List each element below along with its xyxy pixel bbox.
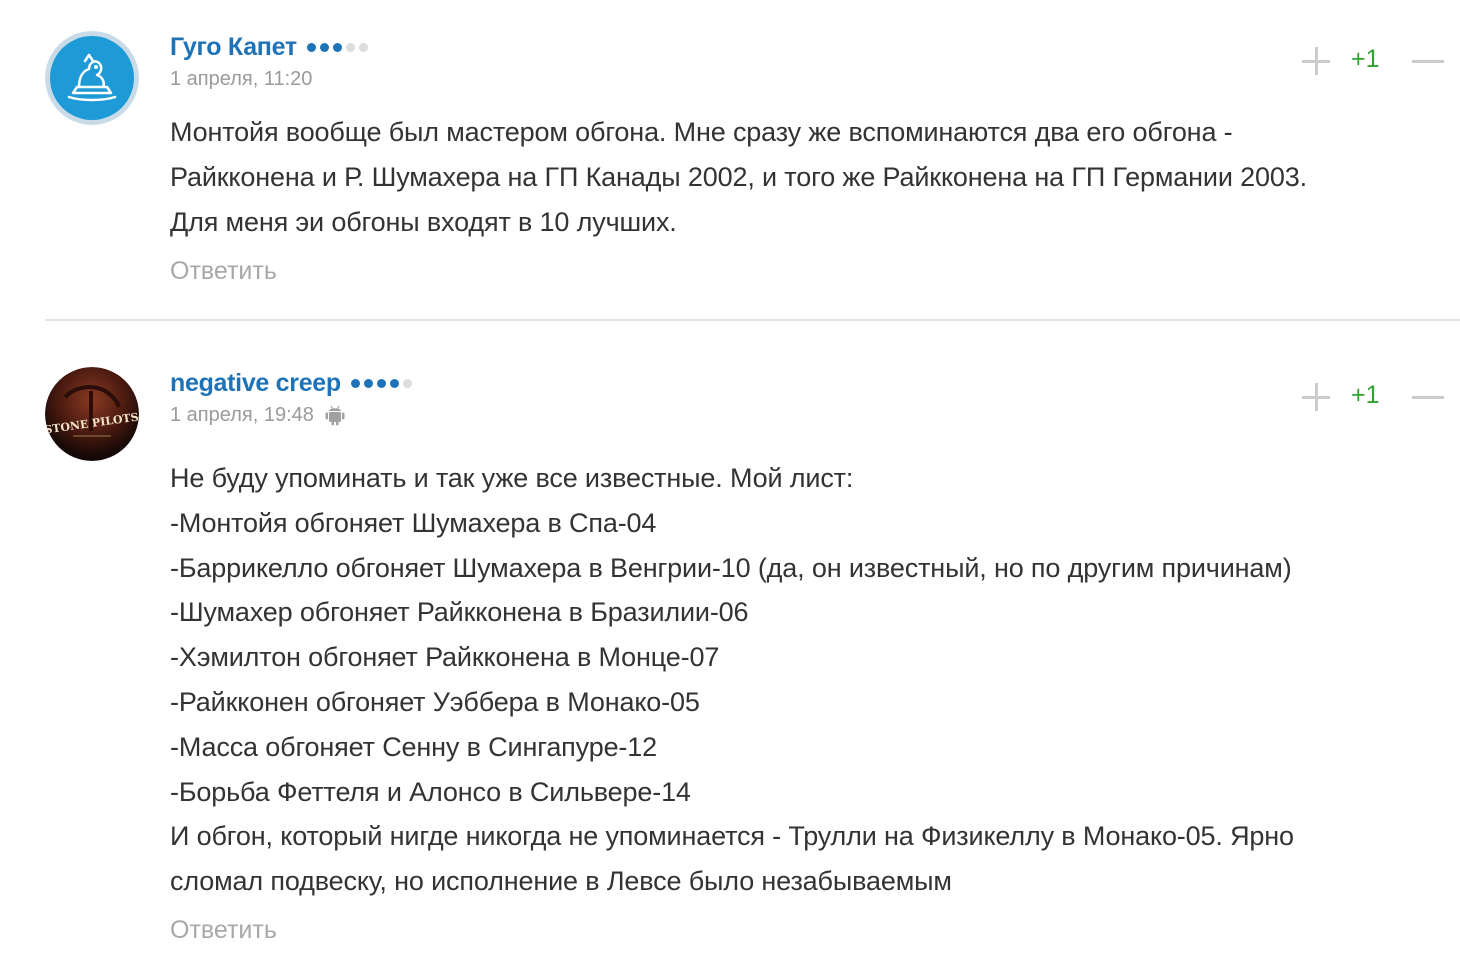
comment-header: Гуго Капет 1 апреля, 11:20 xyxy=(170,32,368,92)
rating-dot xyxy=(389,378,399,388)
rating-dot xyxy=(363,378,373,388)
comment-line: Райкконена и Р. Шумахера на ГП Канады 20… xyxy=(170,161,1307,192)
meta-row: 1 апреля, 11:20 xyxy=(170,66,368,92)
upvote-button[interactable] xyxy=(1300,381,1332,413)
rating-dot xyxy=(306,42,316,52)
vote-controls: +1 xyxy=(1300,381,1450,417)
rating-dot xyxy=(332,42,342,52)
cartoon-avatar-icon xyxy=(45,31,139,125)
avatar-negative-creep[interactable]: STONE PILOTS xyxy=(45,367,139,461)
android-icon xyxy=(324,404,346,426)
downvote-button[interactable] xyxy=(1412,45,1444,77)
rating-dot xyxy=(376,378,386,388)
author-name[interactable]: Гуго Капет xyxy=(170,33,297,62)
rating-dot xyxy=(350,378,360,388)
comment-line: -Масса обгоняет Сенну в Сингапуре-12 xyxy=(170,731,658,762)
comment-header: negative creep 1 апреля, 19:48 xyxy=(170,368,412,428)
author-name[interactable]: negative creep xyxy=(170,369,341,398)
vote-controls: +1 xyxy=(1300,45,1450,81)
stone-pilots-album-avatar: STONE PILOTS xyxy=(45,367,139,461)
comment-text: Монтойя вообще был мастером обгона. Мне … xyxy=(170,110,1430,244)
rating-dot xyxy=(345,42,355,52)
vote-score: +1 xyxy=(1351,45,1380,73)
comment-line: -Баррикелло обгоняет Шумахера в Венгрии-… xyxy=(170,552,1292,583)
upvote-button[interactable] xyxy=(1300,45,1332,77)
avatar-gugo-kapet[interactable] xyxy=(45,31,139,125)
comment-line: -Монтойя обгоняет Шумахера в Спа-04 xyxy=(170,507,657,538)
comment-line: Монтойя вообще был мастером обгона. Мне … xyxy=(170,117,1233,147)
author-row: negative creep xyxy=(170,368,412,398)
comment-line: -Борьба Феттеля и Алонсо в Сильвере-14 xyxy=(170,776,691,807)
comment-line: Для меня эи обгоны входят в 10 лучших. xyxy=(170,206,677,237)
author-row: Гуго Капет xyxy=(170,32,368,62)
rating-dot xyxy=(319,42,329,52)
downvote-button[interactable] xyxy=(1412,381,1444,413)
reply-button[interactable]: Ответить xyxy=(170,916,277,945)
comment-line: И обгон, который нигде никогда не упомин… xyxy=(170,821,1294,852)
vote-score: +1 xyxy=(1351,381,1380,409)
comment-line: -Хэмилтон обгоняет Райкконена в Монце-07 xyxy=(170,642,720,673)
comment-text: Не буду упоминать и так уже все известны… xyxy=(170,456,1430,904)
rating-dot xyxy=(402,378,412,388)
comment-date: 1 апреля, 19:48 xyxy=(170,403,314,426)
meta-row: 1 апреля, 19:48 xyxy=(170,402,412,428)
rating-dot xyxy=(358,42,368,52)
comment-line: Не буду упоминать и так уже все известны… xyxy=(170,463,854,493)
comment-line: -Шумахер обгоняет Райкконена в Бразилии-… xyxy=(170,597,749,628)
user-rating-dots xyxy=(306,42,368,52)
comment-line: сломал подвеску, но исполнение в Левсе б… xyxy=(170,866,952,897)
comment-line: -Райкконен обгоняет Уэббера в Монако-05 xyxy=(170,686,700,717)
comment-divider xyxy=(45,319,1460,321)
comment-date: 1 апреля, 11:20 xyxy=(170,67,313,90)
user-rating-dots xyxy=(350,378,412,388)
reply-button[interactable]: Ответить xyxy=(170,257,277,286)
